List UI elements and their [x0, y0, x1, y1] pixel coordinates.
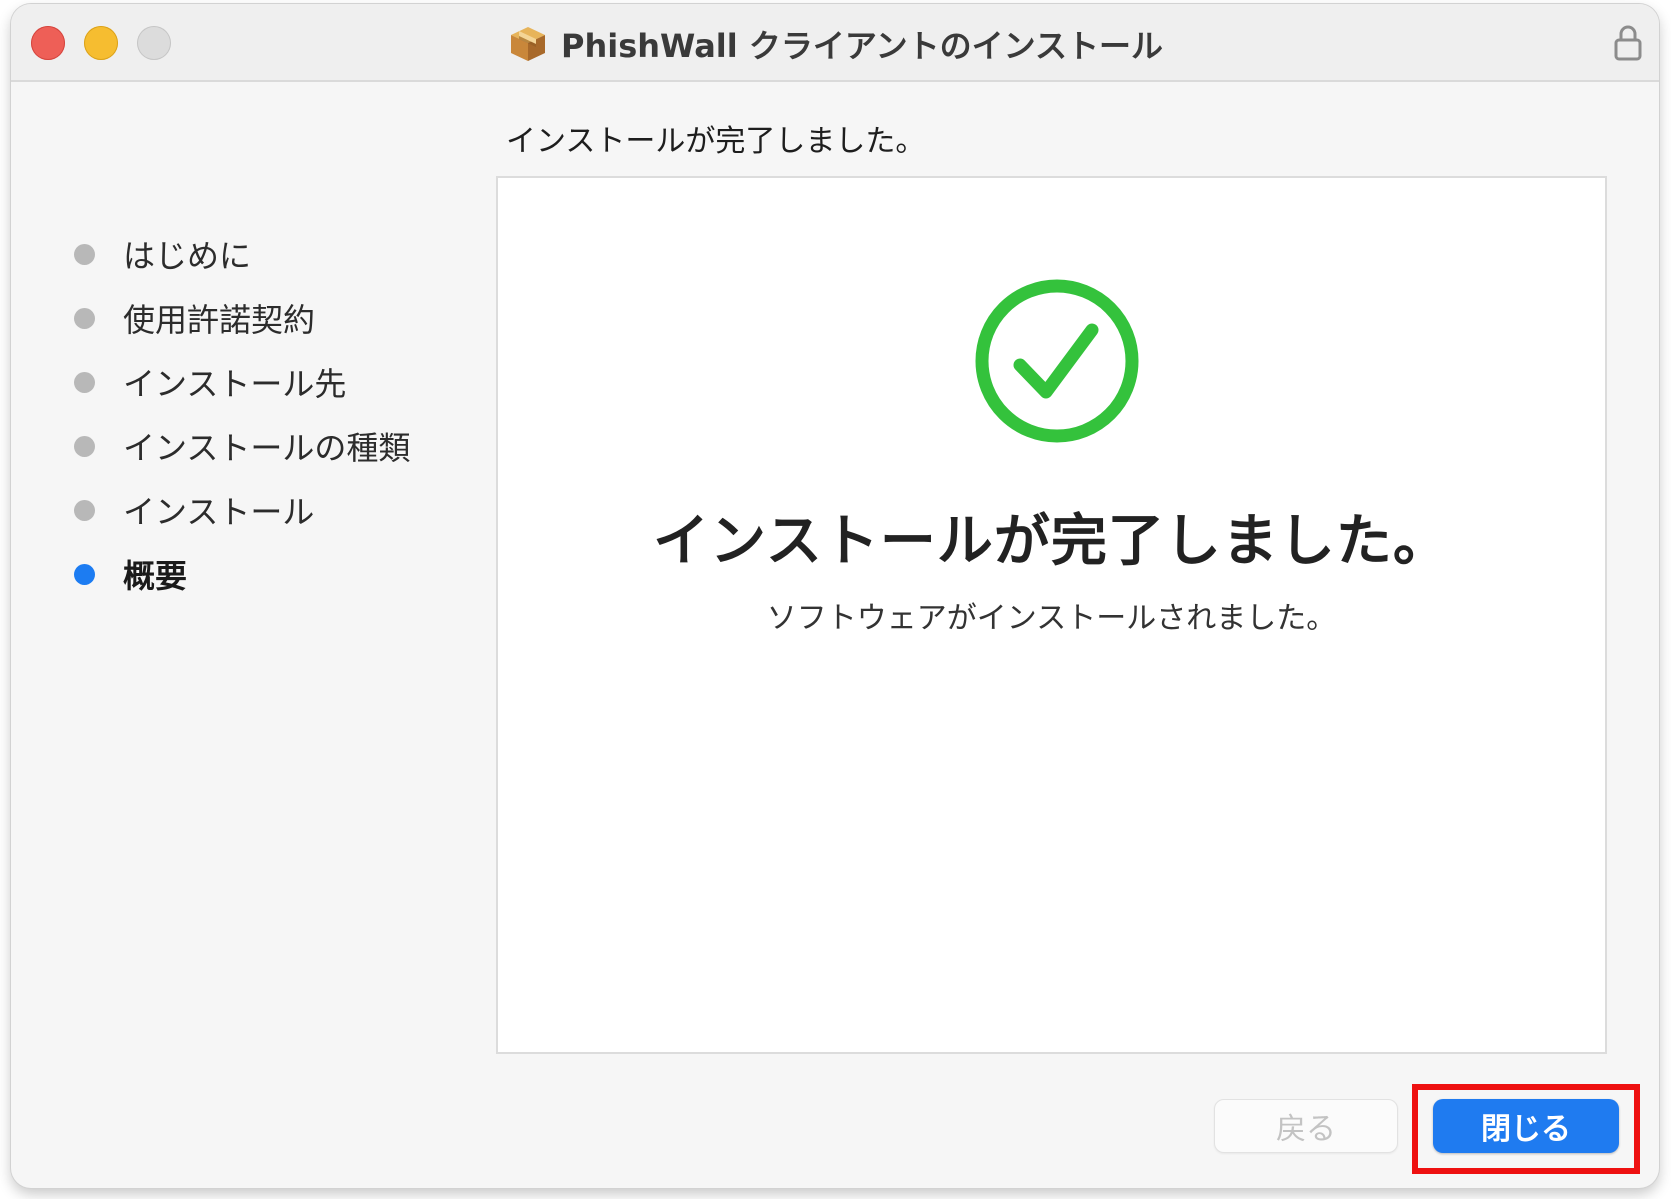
page-heading: インストールが完了しました。: [506, 124, 926, 159]
step-dot-icon: [74, 243, 95, 265]
step-dot-icon: [74, 307, 95, 329]
package-icon: [511, 27, 546, 61]
title-bar: PhishWall クライアントのインストール: [11, 4, 1659, 82]
completion-title: インストールが完了しました。: [653, 509, 1450, 574]
content-panel: インストールが完了しました。 ソフトウェアがインストールされました。: [496, 176, 1607, 1054]
installer-window: PhishWall クライアントのインストール インストールが完了しました。 は…: [11, 4, 1659, 1188]
window-title-group: PhishWall クライアントのインストール: [11, 22, 1659, 66]
sidebar-step-destination: インストール先: [61, 350, 410, 414]
step-label: インストールの種類: [123, 429, 411, 467]
step-sidebar: はじめに 使用許諾契約 インストール先 インストールの種類 インストール 概要: [61, 222, 410, 606]
sidebar-step-summary: 概要: [61, 542, 410, 606]
sidebar-step-install-type: インストールの種類: [61, 414, 410, 478]
completion-subtitle: ソフトウェアがインストールされました。: [766, 601, 1337, 636]
step-dot-icon: [74, 371, 95, 393]
step-dot-icon: [74, 435, 95, 457]
close-button[interactable]: 閉じる: [1433, 1099, 1619, 1153]
window-title: PhishWall クライアントのインストール: [561, 27, 1163, 65]
back-button[interactable]: 戻る: [1214, 1099, 1398, 1153]
step-label: 概要: [123, 557, 188, 595]
sidebar-step-introduction: はじめに: [61, 222, 410, 286]
step-dot-active-icon: [74, 563, 95, 585]
step-label: はじめに: [123, 237, 252, 275]
sidebar-step-license: 使用許諾契約: [61, 286, 410, 350]
checkmark-circle-icon: [975, 279, 1139, 443]
sidebar-step-installation: インストール: [61, 478, 410, 542]
step-label: 使用許諾契約: [123, 301, 316, 339]
step-label: インストール先: [123, 365, 347, 403]
lock-icon: [1614, 25, 1642, 61]
step-dot-icon: [74, 499, 95, 521]
step-label: インストール: [123, 493, 315, 531]
